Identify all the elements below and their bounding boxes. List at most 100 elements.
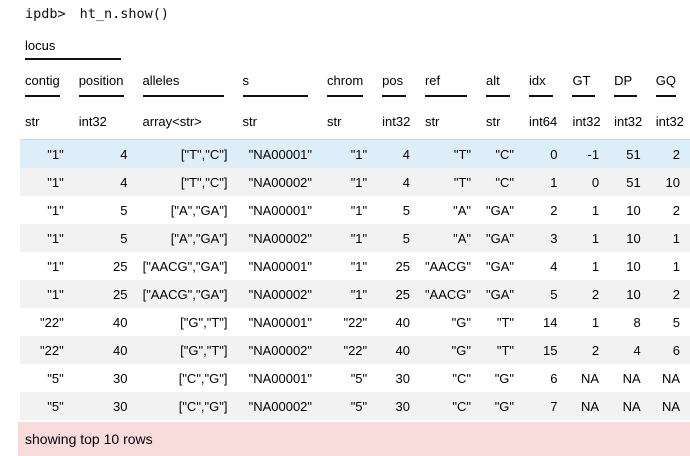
table-cell-gq: 1: [672, 258, 680, 274]
column-type-dp: int32: [609, 97, 651, 140]
table-cell-alleles: ["AACG","GA"]: [142, 258, 228, 274]
table-row[interactable]: "5" 30 ["C","G"] "NA00002" "5" 30 "C" "G" 7 NA NA N…: [20, 392, 690, 420]
table-cell-chrom: "1": [322, 224, 378, 252]
table-cell-contig: "22": [40, 314, 64, 330]
column-header-label: GT: [572, 70, 596, 97]
column-header-label: contig: [25, 70, 60, 97]
table-cell-chrom: "1": [350, 202, 368, 218]
table-cell-position: 25: [113, 258, 128, 274]
column-header-label: s: [242, 70, 309, 97]
table-cell-position: 25: [73, 280, 138, 308]
column-type-idx: int64: [524, 97, 568, 140]
table-row[interactable]: "22" 40 ["G","T"] "NA00001" "22" 40 "G" "T" 14 1 8…: [20, 308, 690, 336]
table-cell-gq: 2: [650, 139, 690, 168]
column-type-gq: int32: [650, 97, 690, 140]
table-cell-s: "NA00001": [248, 258, 313, 274]
column-type-alt: str: [481, 97, 525, 140]
prompt-command: ht_n.show(): [79, 6, 170, 22]
table-row[interactable]: "22" 40 ["G","T"] "NA00002" "22" 40 "G" "T" 15 2 4…: [20, 336, 690, 364]
table-cell-alt: "GA": [486, 258, 515, 274]
table-cell-position: 4: [73, 139, 138, 168]
table-cell-s: "NA00002": [237, 336, 323, 364]
table-cell-pos: 25: [395, 258, 410, 274]
table-cell-idx: 14: [542, 314, 558, 330]
table-cell-position: 5: [73, 224, 138, 252]
table-row[interactable]: "1" 25 ["AACG","GA"] "NA00001" "1" 25 "AACG" "G…: [20, 252, 690, 280]
table-cell-pos: 4: [377, 168, 420, 196]
table-cell-contig: "1": [20, 224, 74, 252]
table-cell-gq: NA: [650, 392, 690, 420]
table-cell-gt: 0: [567, 168, 610, 196]
table-cell-gt: 2: [567, 336, 610, 364]
column-header-idx: idx: [524, 70, 567, 97]
column-type-alleles: array<str>: [137, 97, 238, 140]
table-cell-s: "NA00002": [237, 168, 323, 196]
table-cell-ref: "C": [452, 370, 472, 386]
table-cell-dp: 10: [609, 224, 651, 252]
table-cell-gt: NA: [567, 392, 610, 420]
table-cell-idx: 4: [550, 258, 558, 274]
table-cell-pos: 30: [395, 370, 410, 386]
table-cell-gq: 2: [650, 280, 690, 308]
table-cell-s: "NA00001": [248, 202, 313, 218]
table-cell-s: "NA00002": [237, 280, 323, 308]
table-cell-pos: 30: [377, 392, 420, 420]
table-cell-alleles: ["C","G"]: [178, 370, 228, 386]
row-limit-banner: showing top 10 rows: [18, 422, 690, 456]
column-header-ref: ref: [420, 70, 481, 97]
table-cell-dp: 10: [609, 280, 651, 308]
table-cell-s: "NA00002": [237, 224, 323, 252]
table-cell-gt: NA: [581, 370, 600, 386]
column-header-s: s: [238, 70, 323, 97]
table-cell-alt: "G": [494, 370, 515, 386]
table-cell-dp: 51: [609, 168, 651, 196]
column-header-label: position: [78, 70, 124, 97]
table-cell-pos: 5: [377, 224, 420, 252]
table-cell-gq: 5: [672, 314, 680, 330]
table-cell-gt: 1: [591, 314, 600, 330]
table-cell-chrom: "1": [322, 139, 378, 168]
table-cell-ref: "G": [419, 336, 482, 364]
table-cell-ref: "A": [419, 224, 482, 252]
table-cell-dp: 10: [626, 258, 641, 274]
table-cell-contig: "1": [20, 280, 74, 308]
column-header-label: GQ: [655, 70, 676, 97]
table-cell-contig: "1": [20, 139, 74, 168]
table-cell-alleles: ["C","G"]: [137, 392, 238, 420]
column-header-gq: GQ: [651, 70, 690, 97]
table-cell-alt: "GA": [481, 224, 525, 252]
table-cell-chrom: "5": [322, 392, 378, 420]
table-cell-gt: 1: [591, 202, 600, 218]
table-cell-alleles: ["G","T"]: [137, 336, 238, 364]
column-header-label: pos: [382, 70, 406, 97]
table-cell-ref: "T": [419, 168, 482, 196]
table-row[interactable]: "5" 30 ["C","G"] "NA00001" "5" 30 "C" "G" 6 NA NA N…: [20, 364, 690, 392]
table-cell-gt: -1: [567, 139, 610, 168]
table-cell-position: 30: [113, 370, 128, 386]
debugger-prompt: ipdb> ht_n.show(): [25, 6, 169, 22]
column-header-dp: DP: [609, 70, 651, 97]
column-type-pos: int32: [377, 97, 420, 140]
column-header-label: DP: [614, 70, 637, 97]
column-header-label: alt: [486, 70, 511, 97]
column-type-contig: str: [20, 97, 74, 140]
table-cell-contig: "1": [47, 258, 64, 274]
table-cell-alt: "GA": [486, 202, 515, 218]
table-body: "1" 4 ["T","C"] "NA00001" "1" 4 "T" "C" 0 -1 51 2 "1…: [20, 139, 690, 420]
table-cell-dp: 8: [633, 314, 641, 330]
table-row[interactable]: "1" 5 ["A","GA"] "NA00001" "1" 5 "A" "GA" 2 1 10 2: [20, 196, 690, 224]
table-row[interactable]: "1" 4 ["T","C"] "NA00001" "1" 4 "T" "C" 0 -1 51 2: [20, 139, 690, 168]
table-cell-position: 40: [113, 314, 128, 330]
table-cell-dp: NA: [609, 392, 651, 420]
table-cell-dp: 4: [609, 336, 651, 364]
table-cell-contig: "5": [47, 370, 64, 386]
column-header-pos: pos: [377, 70, 420, 97]
table-cell-gt: 1: [591, 258, 600, 274]
table-row[interactable]: "1" 5 ["A","GA"] "NA00002" "1" 5 "A" "GA" 3 1 10 1: [20, 224, 690, 252]
table-row[interactable]: "1" 4 ["T","C"] "NA00002" "1" 4 "T" "C" 1 0 51 10: [20, 168, 690, 196]
column-header-alt: alt: [481, 70, 524, 97]
table-cell-position: 30: [73, 392, 138, 420]
table-row[interactable]: "1" 25 ["AACG","GA"] "NA00002" "1" 25 "AACG" "G…: [20, 280, 690, 308]
table-cell-idx: 2: [550, 202, 558, 218]
prompt-label: ipdb>: [25, 6, 66, 22]
